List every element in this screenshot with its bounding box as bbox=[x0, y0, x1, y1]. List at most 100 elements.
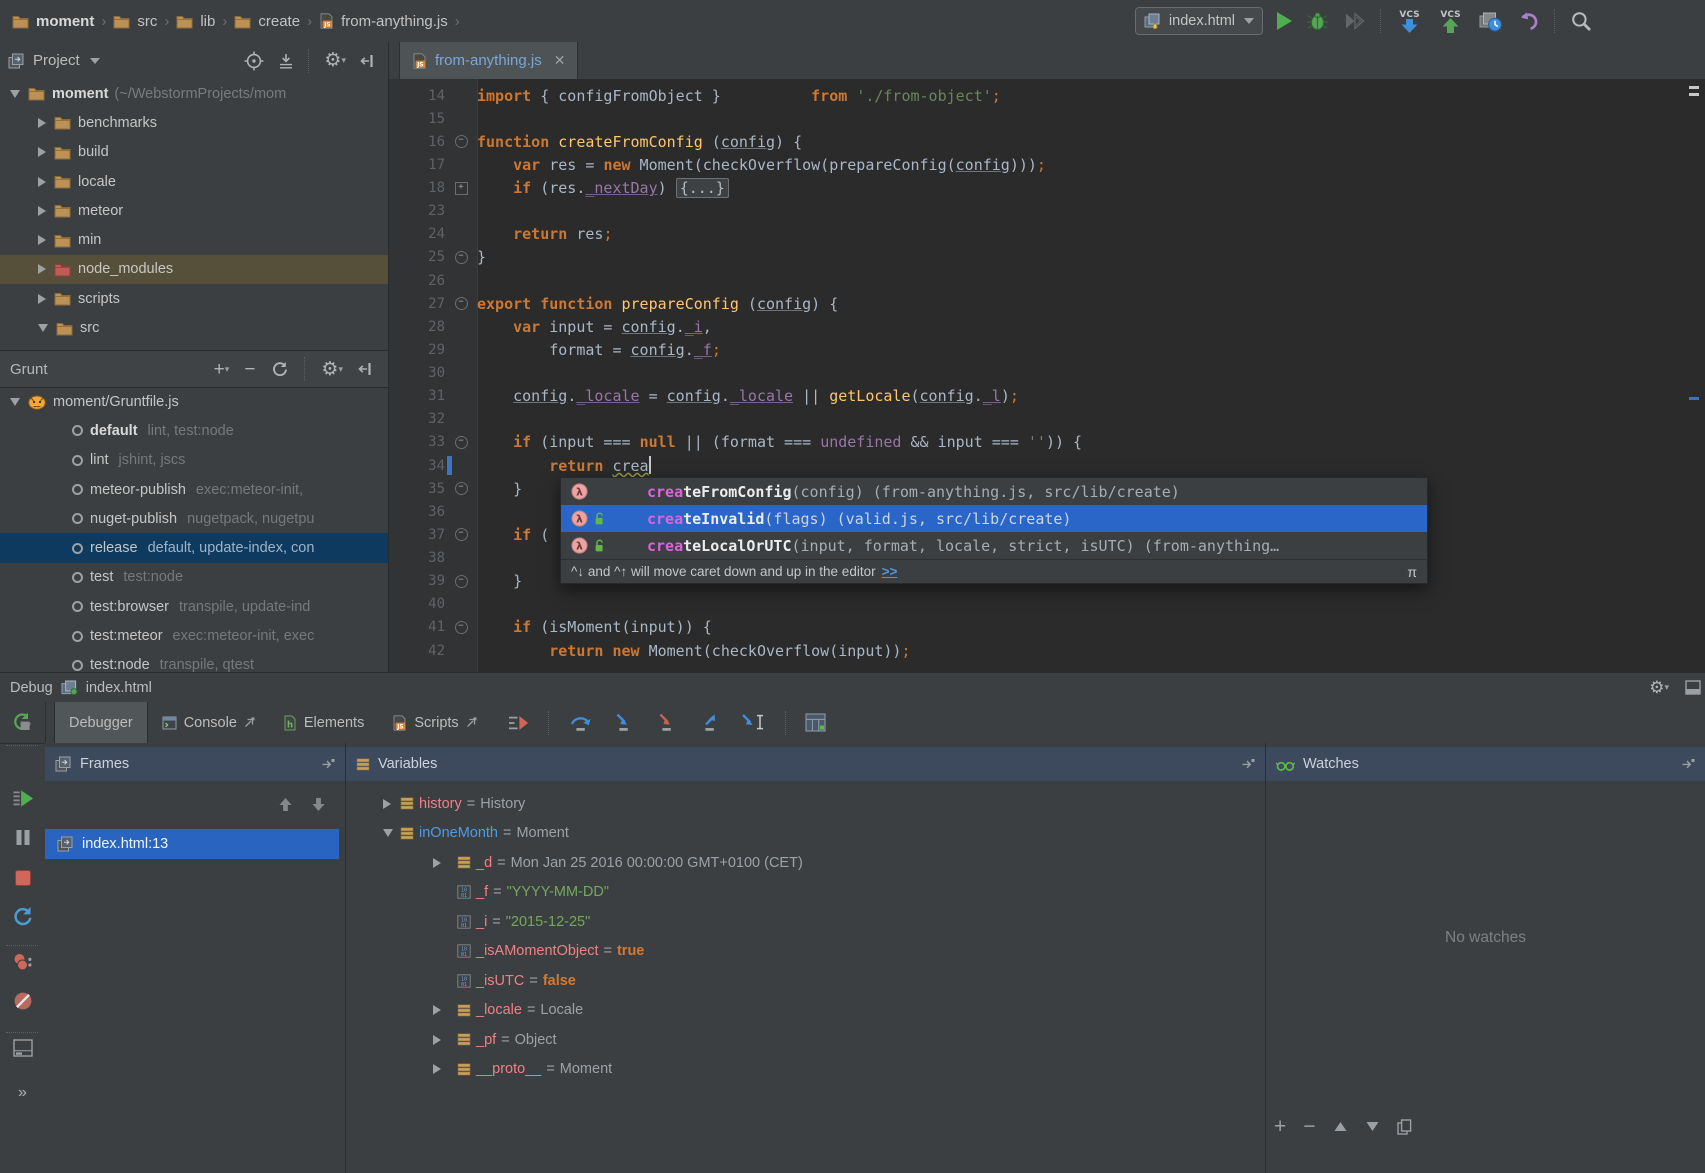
fold-start-icon[interactable]: − bbox=[455, 528, 468, 541]
step-out-button[interactable] bbox=[697, 712, 722, 733]
move-watch-up-button[interactable] bbox=[1333, 1120, 1348, 1133]
chevron-down-icon[interactable] bbox=[90, 58, 100, 64]
fold-end-icon[interactable]: − bbox=[455, 251, 468, 264]
breadcrumb-item[interactable]: create bbox=[234, 13, 300, 30]
code-line-18[interactable]: 18+ if (res._nextDay) {...} bbox=[389, 177, 1705, 200]
project-tree-item-benchmarks[interactable]: benchmarks bbox=[0, 108, 388, 137]
coverage-button[interactable] bbox=[1343, 11, 1366, 31]
grunt-task-meteor-publish[interactable]: meteor-publishexec:meteor-init, bbox=[0, 475, 388, 504]
debug-tab-debugger[interactable]: Debugger bbox=[54, 702, 148, 743]
float-panel-icon[interactable] bbox=[1241, 758, 1255, 770]
collapsed-arrow-icon[interactable] bbox=[383, 799, 391, 809]
collapse-all-button[interactable] bbox=[278, 52, 294, 70]
project-tree-item-meteor[interactable]: meteor bbox=[0, 196, 388, 225]
error-stripe-mark[interactable] bbox=[1689, 93, 1699, 96]
add-task-button[interactable]: +▾ bbox=[214, 360, 230, 379]
collapsed-arrow-icon[interactable] bbox=[433, 858, 441, 868]
project-tree-item-min[interactable]: min bbox=[0, 225, 388, 254]
fold-start-icon[interactable]: − bbox=[455, 621, 468, 634]
completion-item-createLocalOrUTC[interactable]: λcreateLocalOrUTC(input, format, locale,… bbox=[561, 532, 1427, 559]
run-configuration-select[interactable]: index.html bbox=[1135, 7, 1263, 35]
grunt-task-lint[interactable]: lintjshint, jscs bbox=[0, 446, 388, 475]
collapsed-arrow-icon[interactable] bbox=[38, 147, 46, 157]
project-tree-item-build[interactable]: build bbox=[0, 138, 388, 167]
fold-start-icon[interactable]: − bbox=[455, 135, 468, 148]
expanded-arrow-icon[interactable] bbox=[38, 324, 48, 332]
project-tree-item-node_modules[interactable]: node_modules bbox=[0, 255, 388, 284]
code-line-33[interactable]: 33− if (input === null || (format === un… bbox=[389, 431, 1705, 454]
grunt-settings-button[interactable]: ⚙▾ bbox=[321, 360, 343, 379]
fold-end-icon[interactable]: − bbox=[455, 575, 468, 588]
variable-row-inOneMonth[interactable]: inOneMonth=Moment bbox=[346, 819, 1265, 849]
code-line-28[interactable]: 28 var input = config._i, bbox=[389, 315, 1705, 338]
debug-tab-elements[interactable]: hElements bbox=[269, 702, 378, 743]
search-everywhere-button[interactable] bbox=[1570, 10, 1593, 33]
debug-tab-scripts[interactable]: JSScripts bbox=[378, 702, 490, 743]
previous-frame-button[interactable] bbox=[277, 796, 294, 813]
undo-button[interactable] bbox=[1517, 11, 1540, 32]
frame-item[interactable]: index.html:13 bbox=[45, 829, 339, 859]
code-line-40[interactable]: 40 bbox=[389, 593, 1705, 616]
project-tree-item-scripts[interactable]: scripts bbox=[0, 284, 388, 313]
grunt-task-test[interactable]: testtest:node bbox=[0, 563, 388, 592]
fold-start-icon[interactable]: − bbox=[455, 436, 468, 449]
code-line-32[interactable]: 32 bbox=[389, 408, 1705, 431]
local-history-button[interactable] bbox=[1478, 10, 1503, 33]
debug-settings-button[interactable]: ⚙▾ bbox=[1649, 679, 1669, 696]
evaluate-expression-button[interactable] bbox=[805, 713, 826, 732]
float-panel-icon[interactable] bbox=[1681, 758, 1695, 770]
code-line-42[interactable]: 42 return new Moment(checkOverflow(input… bbox=[389, 639, 1705, 662]
code-line-16[interactable]: 16−function createFromConfig (config) { bbox=[389, 130, 1705, 153]
code-line-25[interactable]: 25−} bbox=[389, 246, 1705, 269]
reload-tasks-button[interactable] bbox=[270, 361, 289, 378]
grunt-task-test:browser[interactable]: test:browsertranspile, update-ind bbox=[0, 592, 388, 621]
variable-row-_f[interactable]: 1001_f="YYYY-MM-DD" bbox=[346, 878, 1265, 908]
fold-expand-icon[interactable]: + bbox=[455, 182, 468, 195]
show-execution-point-button[interactable] bbox=[507, 714, 530, 732]
collapsed-arrow-icon[interactable] bbox=[433, 1005, 441, 1015]
completion-item-createFromConfig[interactable]: λcreateFromConfig(config) (from-anything… bbox=[561, 478, 1427, 505]
code-line-34[interactable]: 34 return crea bbox=[389, 454, 1705, 477]
expanded-arrow-icon[interactable] bbox=[383, 829, 393, 837]
debug-button[interactable] bbox=[1306, 11, 1329, 32]
completion-hint-link[interactable]: >> bbox=[882, 564, 898, 579]
debug-tab-console[interactable]: Console bbox=[148, 702, 269, 743]
variable-row-history[interactable]: history=History bbox=[346, 789, 1265, 819]
breadcrumb-item[interactable]: src bbox=[113, 13, 157, 30]
breadcrumb-item[interactable]: lib bbox=[176, 13, 215, 30]
resume-button[interactable] bbox=[11, 788, 34, 809]
collapsed-arrow-icon[interactable] bbox=[433, 1035, 441, 1045]
project-tree-item-locale[interactable]: locale bbox=[0, 167, 388, 196]
step-into-button[interactable] bbox=[611, 712, 636, 733]
restart-page-button[interactable] bbox=[11, 906, 34, 927]
project-tree-item-src[interactable]: src bbox=[0, 313, 388, 342]
error-stripe-mark[interactable] bbox=[1689, 397, 1699, 400]
step-over-button[interactable] bbox=[568, 712, 593, 733]
code-line-24[interactable]: 24 return res; bbox=[389, 223, 1705, 246]
collapsed-arrow-icon[interactable] bbox=[38, 118, 46, 128]
collapsed-arrow-icon[interactable] bbox=[433, 1064, 441, 1074]
layout-settings-button[interactable] bbox=[13, 1039, 33, 1057]
variable-row-_pf[interactable]: _pf=Object bbox=[346, 1025, 1265, 1055]
run-to-cursor-button[interactable] bbox=[740, 712, 767, 733]
error-stripe-mark[interactable] bbox=[1689, 86, 1699, 89]
variable-row-_isAMomentObject[interactable]: 1001_isAMomentObject=true bbox=[346, 937, 1265, 967]
mute-breakpoints-button[interactable] bbox=[12, 991, 33, 1011]
copy-watch-button[interactable] bbox=[1397, 1119, 1412, 1135]
collapsed-arrow-icon[interactable] bbox=[38, 235, 46, 245]
code-line-41[interactable]: 41− if (isMoment(input)) { bbox=[389, 616, 1705, 639]
folded-code-region[interactable]: {...} bbox=[676, 178, 729, 198]
breadcrumb-item[interactable]: moment bbox=[12, 13, 94, 30]
grunt-root-item[interactable]: moment/Gruntfile.js bbox=[0, 387, 388, 416]
grunt-task-nuget-publish[interactable]: nuget-publishnugetpack, nugetpu bbox=[0, 504, 388, 533]
grunt-task-test:meteor[interactable]: test:meteorexec:meteor-init, exec bbox=[0, 621, 388, 650]
remove-task-button[interactable]: − bbox=[244, 360, 255, 379]
code-line-29[interactable]: 29 format = config._f; bbox=[389, 338, 1705, 361]
grunt-task-default[interactable]: defaultlint, test:node bbox=[0, 416, 388, 445]
variable-row-_isUTC[interactable]: 1001_isUTC=false bbox=[346, 966, 1265, 996]
next-frame-button[interactable] bbox=[310, 796, 327, 813]
breadcrumb-item[interactable]: JSfrom-anything.js bbox=[319, 13, 448, 30]
code-line-27[interactable]: 27−export function prepareConfig (config… bbox=[389, 292, 1705, 315]
grunt-task-test:node[interactable]: test:nodetranspile, qtest bbox=[0, 651, 388, 672]
code-line-15[interactable]: 15 bbox=[389, 107, 1705, 130]
